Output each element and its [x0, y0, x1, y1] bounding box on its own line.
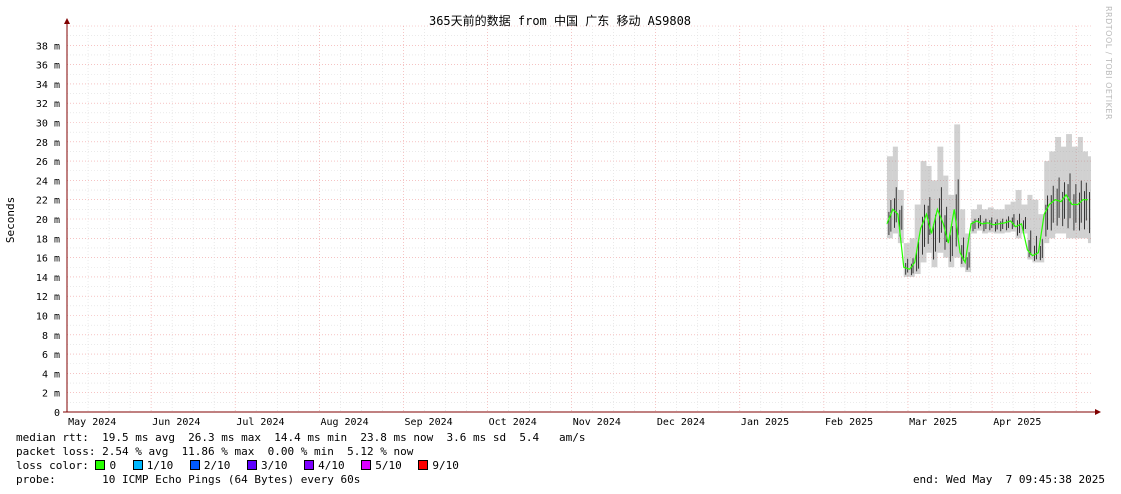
y-tick-label: 8 m: [42, 331, 60, 342]
y-tick-label: 0: [54, 408, 60, 419]
loss-color-label: loss color:: [16, 459, 89, 472]
smoke-band: [948, 194, 955, 268]
y-tick-label: 28 m: [36, 138, 60, 149]
x-tick-label: May 2024: [68, 417, 116, 428]
x-tick-label: Apr 2025: [993, 417, 1041, 428]
smoke-band: [1044, 161, 1050, 244]
smoke-band: [1010, 201, 1016, 232]
loss-color-item: 4/10: [297, 459, 345, 472]
x-tick-label: Jul 2024: [236, 417, 284, 428]
loss-color-label-text: 3/10: [260, 459, 288, 472]
x-tick-label: Jun 2024: [152, 417, 200, 428]
loss-color-label-text: 9/10: [432, 459, 459, 472]
smoke-band: [1082, 151, 1088, 239]
x-axis-arrow: [1095, 409, 1101, 415]
legend-end-time: end: Wed May 7 09:45:38 2025: [912, 473, 1105, 486]
x-tick-label: Feb 2025: [825, 417, 873, 428]
smoke-band: [981, 209, 988, 234]
loss-color-item: 2/10: [183, 459, 230, 472]
smoke-band: [886, 156, 893, 239]
loss-color-item: 1/10: [126, 459, 173, 472]
legend-median-rtt: median rtt: 19.5 ms avg 26.3 ms max 14.4…: [16, 431, 586, 444]
x-tick-label: Dec 2024: [657, 417, 705, 428]
smoke-band: [993, 209, 999, 234]
smoke-band: [1027, 194, 1033, 260]
smoke-band: [1071, 146, 1078, 239]
y-tick-label: 10 m: [36, 312, 60, 323]
y-tick-labels: 0 2 m 4 m 6 m 8 m 10 m 12 m 14 m 16 m 18 m 20 m 22 …: [36, 41, 60, 419]
y-axis-arrow: [64, 18, 70, 24]
rrdtool-watermark: RRDTOOL / TOBI OETIKER: [1104, 6, 1113, 121]
smoke-layer: [886, 124, 1091, 277]
smoke-band: [1061, 146, 1067, 234]
smoke-band: [1049, 151, 1056, 239]
smoke-band: [926, 165, 932, 253]
loss-color-label-text: 5/10: [375, 459, 402, 472]
y-tick-label: 6 m: [42, 350, 60, 361]
y-tick-label: 34 m: [36, 80, 60, 91]
y-tick-label: 2 m: [42, 389, 60, 400]
smoke-band: [903, 243, 910, 277]
loss-color-label-text: 1/10: [146, 459, 174, 472]
loss-color-swatch: [189, 460, 200, 470]
y-tick-label: 24 m: [36, 176, 60, 187]
loss-color-swatch: [361, 460, 372, 470]
x-tick-label: Oct 2024: [489, 417, 537, 428]
smoke-band: [976, 204, 982, 231]
x-tick-label: Sep 2024: [405, 417, 453, 428]
smoke-band: [1055, 136, 1062, 234]
loss-color-swatch: [304, 460, 315, 470]
x-tick-labels: May 2024 Jun 2024 Jul 2024 Aug 2024 Sep 2024…: [68, 417, 1041, 428]
legend-packet-loss: packet loss: 2.54 % avg 11.86 % max 0.00…: [16, 445, 414, 458]
y-tick-label: 20 m: [36, 215, 60, 226]
x-tick-label: Jan 2025: [741, 417, 789, 428]
rtt-chart: 365天前的数据 from 中国 广东 移动 AS9808 Seconds 02…: [4, 13, 1101, 428]
y-tick-label: 32 m: [36, 99, 60, 110]
smoke-band: [943, 175, 949, 258]
loss-color-item: 3/10: [240, 459, 287, 472]
smoke-band: [909, 238, 915, 277]
y-tick-label: 18 m: [36, 234, 60, 245]
loss-color-swatch: [132, 460, 143, 470]
legend-probe: probe: 10 ICMP Echo Pings (64 Bytes) eve…: [16, 473, 361, 486]
smoke-band: [1066, 134, 1072, 239]
loss-color-item: 0: [89, 459, 116, 472]
loss-color-swatch: [246, 460, 257, 470]
y-tick-label: 12 m: [36, 292, 60, 303]
smoke-band: [998, 209, 1005, 234]
smoke-band: [892, 146, 898, 234]
loss-color-label-text: 4/10: [318, 459, 345, 472]
smoke-band: [937, 146, 944, 253]
y-tick-label: 30 m: [36, 119, 60, 130]
smoke-band: [987, 207, 994, 233]
smoke-band: [1004, 204, 1011, 233]
y-tick-label: 16 m: [36, 254, 60, 265]
loss-color-label-text: 2/10: [203, 459, 231, 472]
loss-color-swatch: [418, 460, 429, 470]
loss-color-swatch: [95, 460, 106, 470]
y-tick-label: 14 m: [36, 273, 60, 284]
y-tick-label: 22 m: [36, 196, 60, 207]
loss-color-items: 0 1/10 2/10 3/10 4/10 5/10 9/10: [89, 459, 469, 472]
loss-color-item: 5/10: [355, 459, 402, 472]
y-tick-label: 4 m: [42, 369, 60, 380]
smoke-band: [954, 124, 961, 258]
smoke-band: [1015, 190, 1022, 239]
x-tick-label: Nov 2024: [573, 417, 621, 428]
y-tick-label: 38 m: [36, 41, 60, 52]
smoke-band: [1077, 136, 1083, 239]
y-axis-label: Seconds: [4, 197, 17, 243]
smoke-band: [914, 204, 921, 275]
loss-color-label-text: 0: [109, 459, 117, 472]
smoke-band: [920, 161, 927, 263]
y-tick-label: 36 m: [36, 61, 60, 72]
x-tick-label: Aug 2024: [320, 417, 368, 428]
loss-color-item: 9/10: [412, 459, 459, 472]
smoke-band: [897, 190, 904, 244]
x-tick-label: Mar 2025: [909, 417, 957, 428]
legend-loss-color: loss color: 0 1/10 2/10 3/10 4/10 5/10 9…: [16, 459, 469, 473]
y-tick-label: 26 m: [36, 157, 60, 168]
